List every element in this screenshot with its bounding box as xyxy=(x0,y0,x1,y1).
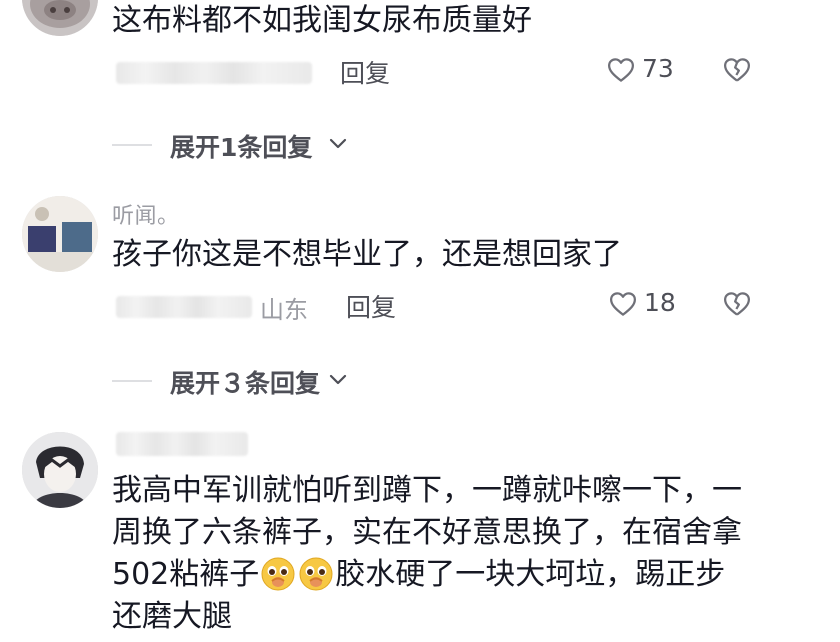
expand-replies-button[interactable]: 展开1条回复 xyxy=(112,126,512,162)
location: 山东 xyxy=(260,296,308,324)
comment-meta: 山东 回复 18 xyxy=(112,286,812,326)
heart-outline-icon xyxy=(608,58,634,82)
chevron-down-icon xyxy=(329,138,347,149)
avatar[interactable] xyxy=(22,196,98,272)
avatar[interactable] xyxy=(22,432,98,508)
comment-meta: 回复 73 xyxy=(112,52,812,92)
divider xyxy=(112,380,152,382)
reply-button[interactable]: 回复 xyxy=(346,288,396,324)
broken-heart-icon[interactable] xyxy=(722,289,752,319)
comment-text: 我高中军训就怕听到蹲下，一蹲就咔嚓一下，一周换了六条裤子，实在不好意思换了，在宿… xyxy=(112,470,742,638)
comment-item: 听闻。 孩子你这是不想毕业了，还是想回家了 山东 回复 18 展开３条回复 xyxy=(0,196,840,406)
avatar[interactable] xyxy=(22,0,98,36)
expand-replies-label: 展开1条回复 xyxy=(170,133,313,162)
chevron-down-icon xyxy=(329,374,347,385)
broken-heart-icon[interactable] xyxy=(722,55,752,85)
comment-item: 我高中军训就怕听到蹲下，一蹲就咔嚓一下，一周换了六条裤子，实在不好意思换了，在宿… xyxy=(0,430,840,642)
divider xyxy=(112,144,152,146)
pleading-emoji-icon xyxy=(299,557,333,591)
like-count: 18 xyxy=(644,288,676,317)
heart-outline-icon xyxy=(610,292,636,316)
blurred-timestamp xyxy=(116,296,252,318)
reply-button[interactable]: 回复 xyxy=(340,54,390,90)
comment-text: 这布料都不如我闺女尿布质量好 xyxy=(112,3,532,38)
expand-replies-button[interactable]: 展开３条回复 xyxy=(112,362,512,398)
expand-replies-label: 展开３条回复 xyxy=(170,369,321,398)
like-count: 73 xyxy=(642,54,674,83)
comment-list: 这布料都不如我闺女尿布质量好 回复 73 展开1条回复 听闻。 孩子你这是不想毕… xyxy=(0,0,840,642)
username[interactable]: 听闻。 xyxy=(112,198,180,230)
pleading-emoji-icon xyxy=(261,557,295,591)
blurred-timestamp xyxy=(116,62,312,84)
blurred-username xyxy=(116,432,248,456)
comment-text: 孩子你这是不想毕业了，还是想回家了 xyxy=(112,237,622,272)
comment-item: 这布料都不如我闺女尿布质量好 回复 73 展开1条回复 xyxy=(0,0,840,170)
